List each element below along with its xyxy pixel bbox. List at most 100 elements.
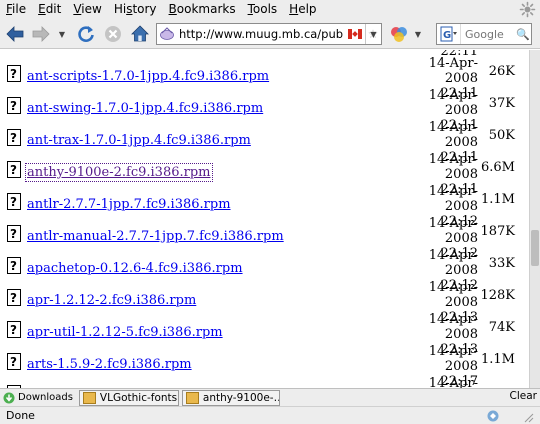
status-text: Done (6, 409, 35, 422)
unknown-file-icon: ? (7, 129, 21, 146)
download-arrow-icon (3, 392, 15, 403)
site-identity-icon[interactable] (157, 24, 177, 44)
svg-text:?: ? (10, 291, 17, 305)
reload-icon (78, 26, 94, 42)
canada-flag-icon (348, 29, 362, 39)
menu-view[interactable]: View (67, 0, 107, 19)
unknown-file-icon: ? (7, 257, 21, 274)
unknown-file-icon: ? (7, 353, 21, 370)
addon-dropdown[interactable]: ▼ (412, 22, 424, 46)
table-row: ? apachetop-0.12.6-4.fc9.i386.rpm 14-Apr-2… (0, 248, 529, 293)
table-row: ? ant-trax-1.7.0-1jpp.4.fc9.i386.rpm 14-Ap… (0, 120, 529, 165)
file-icon (82, 391, 96, 404)
unknown-file-icon: ? (7, 193, 21, 210)
svg-text:?: ? (10, 99, 17, 113)
back-button[interactable] (3, 22, 27, 46)
file-date: 14-Apr-2008 (428, 280, 478, 310)
back-arrow-icon (6, 26, 24, 42)
file-date: 14-Apr-2008 (428, 216, 478, 246)
forward-button[interactable] (29, 22, 53, 46)
file-link[interactable]: arts-1.5.9-2.fc9.i386.rpm (27, 357, 192, 372)
table-row: ? ant-scripts-1.7.0-1jpp.4.fc9.i386.rpm 14… (0, 56, 529, 101)
stop-icon (105, 26, 121, 42)
forward-arrow-icon (32, 26, 50, 42)
menu-help[interactable]: Help (283, 0, 322, 19)
search-box[interactable]: G 🔍 (436, 23, 532, 45)
file-size: 33K (488, 256, 515, 271)
downloads-label: Downloads (18, 392, 73, 403)
file-link[interactable]: apr-1.2.12-2.fc9.i386.rpm (27, 293, 196, 308)
menu-history[interactable]: History (108, 0, 163, 19)
table-row: ? ant-swing-1.7.0-1jpp.4.fc9.i386.rpm 14-A… (0, 88, 529, 133)
resize-grip-icon[interactable] (520, 409, 534, 423)
vertical-scrollbar[interactable] (529, 50, 540, 388)
file-link[interactable]: antlr-manual-2.7.7-1jpp.7.fc9.i386.rpm (27, 229, 284, 244)
table-row: ? apr-util-1.2.12-5.fc9.i386.rpm 14-Apr-20… (0, 312, 529, 357)
stop-button[interactable] (101, 22, 125, 46)
url-bar[interactable]: http://www.muug.mb.ca/pub ☆ ▼ (156, 23, 382, 45)
file-date: 14-Apr-2008 (428, 376, 478, 388)
reload-button[interactable] (74, 22, 98, 46)
history-dropdown[interactable]: ▼ (56, 22, 68, 46)
unknown-file-icon: ? (7, 289, 21, 306)
file-link[interactable]: anthy-9100e-2.fc9.i386.rpm (25, 163, 213, 182)
downloads-label-group[interactable]: Downloads (0, 389, 76, 407)
table-row: ? antlr-2.7.7-1jpp.7.fc9.i386.rpm 14-Apr-2… (0, 184, 529, 229)
google-engine-icon[interactable]: G (437, 24, 461, 44)
unknown-file-icon: ? (7, 65, 21, 82)
menu-edit[interactable]: Edit (32, 0, 67, 19)
downloads-bar: Downloads VLGothic-fonts… anthy-9100e-… … (0, 388, 540, 406)
unknown-file-icon: ? (7, 97, 21, 114)
file-date: 14-Apr-2008 (428, 56, 478, 86)
file-link[interactable]: apachetop-0.12.6-4.fc9.i386.rpm (27, 261, 243, 276)
file-size: 187K (480, 224, 515, 239)
file-link[interactable]: ant-trax-1.7.0-1jpp.4.fc9.i386.rpm (27, 133, 251, 148)
table-row: ? anthy-9100e-2.fc9.i386.rpm 14-Apr-2008 22… (0, 152, 529, 197)
file-link[interactable]: ant-swing-1.7.0-1jpp.4.fc9.i386.rpm (27, 101, 263, 116)
file-date: 14-Apr-2008 (428, 120, 478, 150)
search-input[interactable] (461, 27, 515, 41)
file-size: 6.6M (481, 160, 515, 175)
svg-text:?: ? (10, 131, 17, 145)
file-size: 128K (480, 288, 515, 303)
svg-text:?: ? (10, 323, 17, 337)
file-date: 14-Apr-2008 (428, 344, 478, 374)
table-row: ? arts-1.5.9-2.fc9.i386.rpm 14-Apr-2008 22:… (0, 344, 529, 388)
svg-text:?: ? (10, 195, 17, 209)
extension-status-icon[interactable] (486, 409, 500, 423)
file-modified: 14-Apr-2008 (398, 376, 478, 388)
svg-text:G: G (443, 30, 451, 41)
svg-text:?: ? (10, 227, 17, 241)
download-item-vlgothic[interactable]: VLGothic-fonts… (78, 389, 179, 406)
file-link[interactable]: ant-scripts-1.7.0-1jpp.4.fc9.i386.rpm (27, 69, 269, 84)
unknown-file-icon: ? (7, 321, 21, 338)
scrollbar-thumb[interactable] (531, 230, 539, 266)
menu-file[interactable]: File (0, 0, 32, 19)
download-item-label: VLGothic-fonts… (99, 391, 179, 404)
file-link[interactable]: antlr-2.7.7-1jpp.7.fc9.i386.rpm (27, 197, 231, 212)
color-addon-icon[interactable] (389, 25, 409, 43)
file-link[interactable]: apr-util-1.2.12-5.fc9.i386.rpm (27, 325, 223, 340)
svg-text:?: ? (10, 259, 17, 273)
chevron-down-icon: ▼ (370, 29, 377, 39)
clear-downloads-button[interactable]: Clear (510, 390, 537, 402)
url-text[interactable]: http://www.muug.mb.ca/pub (177, 27, 345, 41)
file-date: 14-Apr-2008 (428, 152, 478, 182)
home-button[interactable] (128, 22, 152, 46)
svg-text:?: ? (10, 355, 17, 369)
url-dropdown-button[interactable]: ▼ (365, 24, 381, 44)
download-item-anthy[interactable]: anthy-9100e-… (181, 389, 280, 406)
file-icon (185, 391, 199, 404)
menu-bar: File Edit View History Bookmarks Tools H… (0, 0, 540, 19)
file-date: 14-Apr-2008 (428, 248, 478, 278)
svg-text:?: ? (10, 67, 17, 81)
file-size: 26K (488, 64, 515, 79)
table-row: ? apr-1.2.12-2.fc9.i386.rpm 14-Apr-2008 22:… (0, 280, 529, 325)
search-icon[interactable]: 🔍 (515, 28, 531, 41)
file-date: 14-Apr-2008 (428, 312, 478, 342)
menu-tools[interactable]: Tools (242, 0, 284, 19)
home-icon (131, 25, 149, 42)
directory-listing: 22:11 ? ant-scripts-1.7.0-1jpp.4.fc9.i386… (0, 50, 529, 388)
menu-bookmarks[interactable]: Bookmarks (163, 0, 242, 19)
file-size: 1.1M (481, 192, 515, 207)
